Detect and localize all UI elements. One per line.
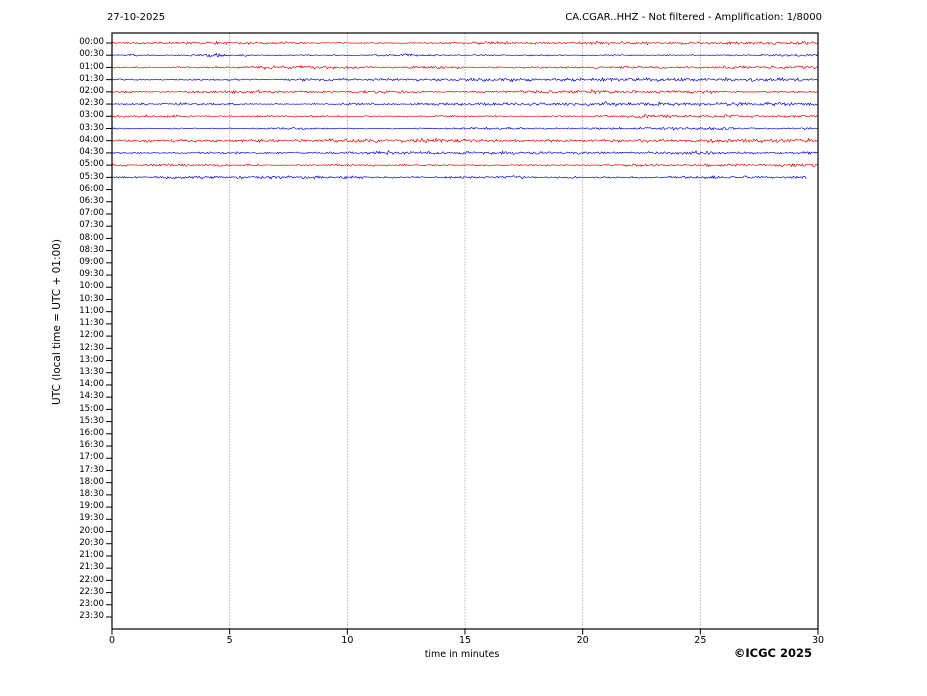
y-tick-label-05:00: 05:00 bbox=[79, 159, 104, 170]
seismogram-trace-05:30 bbox=[111, 175, 807, 180]
x-tick-label-15: 15 bbox=[458, 635, 472, 646]
copyright-label: ©ICGC 2025 bbox=[733, 646, 812, 660]
y-tick-label-06:00: 06:00 bbox=[79, 183, 104, 194]
y-tick-label-17:00: 17:00 bbox=[79, 452, 104, 463]
y-tick-label-23:00: 23:00 bbox=[79, 598, 104, 609]
y-tick-label-16:30: 16:30 bbox=[79, 440, 104, 451]
y-tick-label-16:00: 16:00 bbox=[79, 428, 104, 438]
y-tick-label-01:00: 01:00 bbox=[79, 61, 104, 72]
y-tick-label-12:30: 12:30 bbox=[79, 342, 104, 353]
y-tick-label-00:00: 00:00 bbox=[79, 37, 104, 48]
seismogram-figure: 27-10-2025 CA.CGAR..HHZ - Not filtered -… bbox=[0, 0, 927, 696]
y-tick-label-00:30: 00:30 bbox=[79, 49, 104, 60]
y-tick-label-02:00: 02:00 bbox=[79, 86, 104, 97]
y-tick-label-10:00: 10:00 bbox=[79, 281, 104, 292]
x-tick-label-30: 30 bbox=[811, 635, 825, 646]
x-tick-label-25: 25 bbox=[694, 635, 707, 646]
y-tick-label-20:00: 20:00 bbox=[79, 525, 104, 536]
x-tick-label-0: 0 bbox=[108, 635, 116, 646]
x-tick-label-10: 10 bbox=[341, 635, 354, 646]
y-tick-label-15:30: 15:30 bbox=[79, 415, 104, 426]
y-tick-label-14:00: 14:00 bbox=[79, 379, 104, 390]
y-tick-label-06:30: 06:30 bbox=[79, 195, 104, 206]
seismogram-trace-02:30 bbox=[111, 101, 818, 107]
y-tick-label-07:30: 07:30 bbox=[79, 220, 104, 231]
seismogram-trace-02:00 bbox=[111, 89, 818, 95]
x-tick-label-20: 20 bbox=[576, 635, 589, 646]
y-tick-label-13:00: 13:00 bbox=[79, 354, 104, 365]
seismogram-trace-01:00 bbox=[111, 64, 818, 70]
y-tick-label-02:30: 02:30 bbox=[79, 98, 104, 109]
y-tick-label-03:30: 03:30 bbox=[79, 122, 104, 133]
y-tick-label-15:00: 15:00 bbox=[79, 403, 104, 414]
y-tick-label-12:00: 12:00 bbox=[79, 330, 104, 341]
y-tick-label-20:30: 20:30 bbox=[79, 537, 104, 548]
seismogram-trace-01:30 bbox=[111, 77, 818, 83]
y-tick-label-19:00: 19:00 bbox=[79, 501, 104, 512]
y-tick-label-21:00: 21:00 bbox=[79, 550, 104, 561]
y-tick-label-10:30: 10:30 bbox=[79, 293, 104, 304]
y-tick-label-18:30: 18:30 bbox=[79, 489, 104, 500]
y-tick-label-11:30: 11:30 bbox=[79, 318, 104, 329]
y-tick-label-13:30: 13:30 bbox=[79, 366, 104, 377]
y-tick-label-21:30: 21:30 bbox=[79, 562, 104, 573]
y-tick-label-03:00: 03:00 bbox=[79, 110, 104, 121]
y-tick-label-01:30: 01:30 bbox=[79, 73, 104, 84]
seismogram-plot-canvas bbox=[106, 32, 819, 635]
y-tick-label-04:30: 04:30 bbox=[79, 147, 104, 158]
y-tick-label-23:30: 23:30 bbox=[79, 611, 104, 622]
y-tick-label-08:30: 08:30 bbox=[79, 244, 104, 255]
y-tick-label-09:00: 09:00 bbox=[79, 257, 104, 268]
y-tick-label-04:00: 04:00 bbox=[79, 134, 104, 145]
x-tick-label-5: 5 bbox=[226, 635, 233, 646]
y-tick-label-19:30: 19:30 bbox=[79, 513, 104, 524]
y-tick-label-05:30: 05:30 bbox=[79, 171, 104, 182]
y-tick-label-07:00: 07:00 bbox=[79, 208, 104, 219]
x-axis-label: time in minutes bbox=[424, 649, 500, 660]
y-tick-label-08:00: 08:00 bbox=[79, 232, 104, 243]
y-tick-label-11:00: 11:00 bbox=[79, 305, 104, 316]
y-tick-label-18:00: 18:00 bbox=[79, 476, 104, 487]
y-tick-label-17:30: 17:30 bbox=[79, 464, 104, 475]
seismogram-trace-00:00 bbox=[111, 40, 818, 46]
y-tick-label-14:30: 14:30 bbox=[79, 391, 104, 402]
y-tick-label-09:30: 09:30 bbox=[79, 269, 104, 280]
y-tick-label-22:00: 22:00 bbox=[79, 574, 104, 585]
y-tick-label-22:30: 22:30 bbox=[79, 586, 104, 597]
